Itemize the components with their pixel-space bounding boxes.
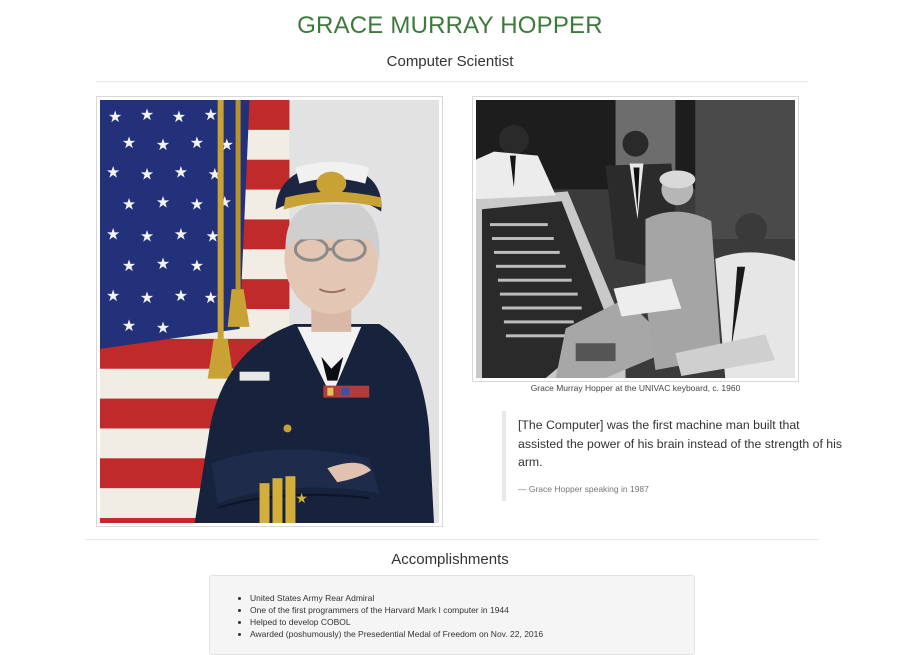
list-item: Awarded (poshumously) the Presedential M… xyxy=(250,628,543,640)
svg-text:★: ★ xyxy=(190,133,204,152)
accomplishments-heading: Accomplishments xyxy=(391,551,509,568)
accomplishments-panel: United States Army Rear Admiral One of t… xyxy=(209,575,695,655)
accomplishments-list: United States Army Rear Admiral One of t… xyxy=(210,592,543,640)
list-item: One of the first programmers of the Harv… xyxy=(250,604,543,616)
svg-text:★: ★ xyxy=(140,226,154,245)
svg-text:★: ★ xyxy=(204,105,218,124)
svg-text:★: ★ xyxy=(140,288,154,307)
svg-text:★: ★ xyxy=(295,491,308,507)
svg-text:★: ★ xyxy=(122,194,136,213)
svg-text:★: ★ xyxy=(156,193,170,212)
list-item: United States Army Rear Admiral xyxy=(250,592,543,604)
quote-block: [The Computer] was the first machine man… xyxy=(502,411,842,501)
quote-source: — Grace Hopper speaking in 1987 xyxy=(518,483,649,494)
page-subtitle: Computer Scientist xyxy=(386,53,514,70)
svg-text:★: ★ xyxy=(140,105,154,124)
header-divider xyxy=(96,81,808,82)
svg-text:★: ★ xyxy=(122,256,136,275)
photo-caption: Grace Murray Hopper at the UNIVAC keyboa… xyxy=(530,383,741,393)
svg-text:★: ★ xyxy=(204,288,218,307)
svg-text:★: ★ xyxy=(140,165,154,184)
svg-text:★: ★ xyxy=(156,135,170,154)
svg-text:★: ★ xyxy=(190,256,204,275)
portrait-photo: ★ ★ ★ ★ ★ ★ ★ ★ ★ ★ ★ ★ ★ ★ ★ ★ ★ ★ ★ ★ ★ ★ ★ ★ ★ ★ ★ ★ ★ xyxy=(96,96,443,527)
svg-text:★: ★ xyxy=(106,286,120,305)
svg-text:★: ★ xyxy=(156,254,170,273)
svg-text:★: ★ xyxy=(174,163,188,182)
svg-text:★: ★ xyxy=(190,194,204,213)
svg-text:★: ★ xyxy=(156,318,170,337)
svg-text:★: ★ xyxy=(122,316,136,335)
portrait-image: ★ ★ ★ ★ ★ ★ ★ ★ ★ ★ ★ ★ ★ ★ ★ ★ ★ ★ ★ ★ ★ ★ ★ ★ ★ ★ ★ ★ ★ xyxy=(100,100,439,523)
svg-text:★: ★ xyxy=(174,286,188,305)
svg-text:★: ★ xyxy=(108,107,122,126)
quote-text: [The Computer] was the first machine man… xyxy=(518,418,843,469)
svg-text:★: ★ xyxy=(172,107,186,126)
svg-text:★: ★ xyxy=(106,224,120,243)
page-title: GRACE MURRAY HOPPER xyxy=(297,12,603,39)
univac-image xyxy=(476,100,795,378)
list-item: Helped to develop COBOL xyxy=(250,616,543,628)
svg-text:★: ★ xyxy=(106,163,120,182)
svg-text:★: ★ xyxy=(122,133,136,152)
section-divider xyxy=(86,539,818,540)
univac-photo xyxy=(472,96,799,382)
svg-text:★: ★ xyxy=(174,224,188,243)
